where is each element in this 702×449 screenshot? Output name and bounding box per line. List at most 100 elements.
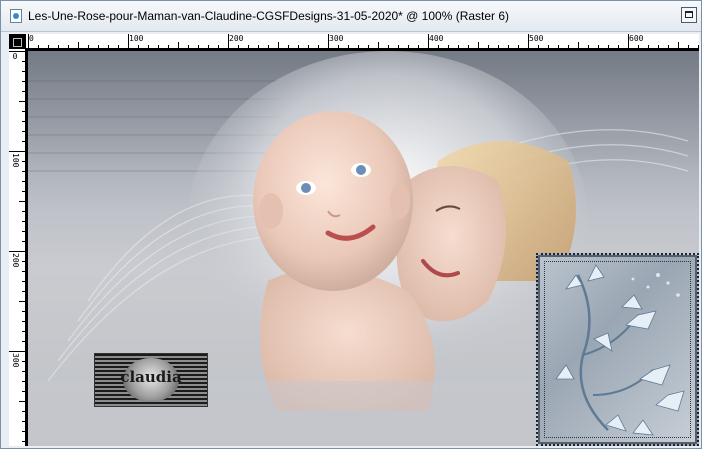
ruler-tick <box>22 131 25 132</box>
ruler-tick <box>318 45 319 48</box>
ruler-h-label: 100 <box>129 34 144 43</box>
canvas-frame: 0 100 200 300 400 500 600 0 100 200 300 <box>9 34 699 446</box>
ruler-tick <box>22 261 25 262</box>
ruler-tick <box>22 321 25 322</box>
ruler-tick <box>268 45 269 48</box>
ruler-tick <box>22 421 25 422</box>
ruler-h-label: 500 <box>529 34 544 43</box>
ruler-tick <box>22 181 25 182</box>
ruler-tick <box>22 191 25 192</box>
ruler-tick <box>618 45 619 48</box>
ruler-tick <box>208 45 209 48</box>
ruler-tick <box>22 271 25 272</box>
ruler-tick <box>608 45 609 48</box>
ruler-tick <box>22 171 25 172</box>
ruler-tick <box>628 34 629 48</box>
ruler-tick <box>158 45 159 48</box>
ruler-tick <box>78 42 79 48</box>
ruler-h-label: 0 <box>29 34 34 43</box>
ruler-tick <box>22 381 25 382</box>
ruler-tick <box>9 351 25 352</box>
decorative-frame <box>536 253 699 446</box>
ruler-tick <box>108 45 109 48</box>
ruler-tick <box>22 61 25 62</box>
ruler-tick <box>538 45 539 48</box>
ruler-tick <box>88 45 89 48</box>
ruler-tick <box>598 45 599 48</box>
ruler-tick <box>22 411 25 412</box>
ruler-tick <box>168 45 169 48</box>
ruler-tick <box>388 45 389 48</box>
ruler-tick <box>678 42 679 48</box>
ruler-tick <box>19 301 25 302</box>
ruler-tick <box>358 45 359 48</box>
ruler-corner-icon[interactable] <box>9 34 26 49</box>
ruler-tick <box>288 45 289 48</box>
ruler-tick <box>278 42 279 48</box>
ruler-tick <box>58 45 59 48</box>
ruler-tick <box>198 45 199 48</box>
ruler-tick <box>68 45 69 48</box>
ruler-tick <box>22 231 25 232</box>
watermark-text: claudia <box>120 368 182 386</box>
ruler-tick <box>22 311 25 312</box>
ruler-tick <box>588 45 589 48</box>
ruler-v-label: 300 <box>11 353 20 368</box>
ruler-tick <box>308 45 309 48</box>
ruler-tick <box>698 45 699 48</box>
ruler-tick <box>22 71 25 72</box>
watermark-logo: claudia <box>94 353 208 407</box>
ruler-tick <box>98 45 99 48</box>
ruler-tick <box>188 45 189 48</box>
vertical-ruler[interactable]: 0 100 200 300 <box>9 49 26 446</box>
ruler-tick <box>22 371 25 372</box>
ruler-tick <box>38 45 39 48</box>
ruler-tick <box>558 45 559 48</box>
maximize-button[interactable] <box>681 7 697 23</box>
ruler-tick <box>22 291 25 292</box>
ruler-tick <box>218 45 219 48</box>
ruler-tick <box>498 45 499 48</box>
ruler-v-label: 100 <box>11 153 20 168</box>
ruler-tick <box>688 45 689 48</box>
ruler-tick <box>22 431 25 432</box>
ruler-tick <box>368 45 369 48</box>
ruler-tick <box>508 45 509 48</box>
ruler-tick <box>548 45 549 48</box>
ruler-tick <box>438 45 439 48</box>
ruler-tick <box>22 141 25 142</box>
ruler-tick <box>22 361 25 362</box>
ruler-tick <box>338 45 339 48</box>
image-canvas[interactable]: claudia <box>28 51 699 446</box>
ruler-tick <box>118 45 119 48</box>
ruler-tick <box>398 45 399 48</box>
ruler-tick <box>458 45 459 48</box>
ruler-tick <box>19 101 25 102</box>
ruler-tick <box>22 121 25 122</box>
ruler-tick <box>658 45 659 48</box>
title-bar[interactable]: Les-Une-Rose-pour-Maman-van-Claudine-CGS… <box>1 1 701 32</box>
ruler-tick <box>428 34 429 48</box>
ruler-v-label: 200 <box>11 253 20 268</box>
ruler-tick <box>468 45 469 48</box>
document-icon <box>10 9 22 23</box>
ruler-tick <box>22 241 25 242</box>
ruler-tick <box>258 45 259 48</box>
ruler-tick <box>578 42 579 48</box>
ruler-tick <box>22 91 25 92</box>
ruler-tick <box>48 45 49 48</box>
ruler-tick <box>22 391 25 392</box>
ruler-tick <box>22 341 25 342</box>
ruler-tick <box>22 281 25 282</box>
ruler-h-label: 600 <box>629 34 644 43</box>
ruler-tick <box>478 42 479 48</box>
ruler-tick <box>19 201 25 202</box>
ruler-tick <box>9 51 25 52</box>
horizontal-ruler[interactable]: 0 100 200 300 400 500 600 <box>26 34 699 49</box>
ruler-tick <box>128 34 129 48</box>
ruler-tick <box>528 34 529 48</box>
ruler-tick <box>138 45 139 48</box>
ruler-tick <box>408 45 409 48</box>
floral-ornament-icon <box>555 264 685 436</box>
ruler-tick <box>28 34 29 48</box>
